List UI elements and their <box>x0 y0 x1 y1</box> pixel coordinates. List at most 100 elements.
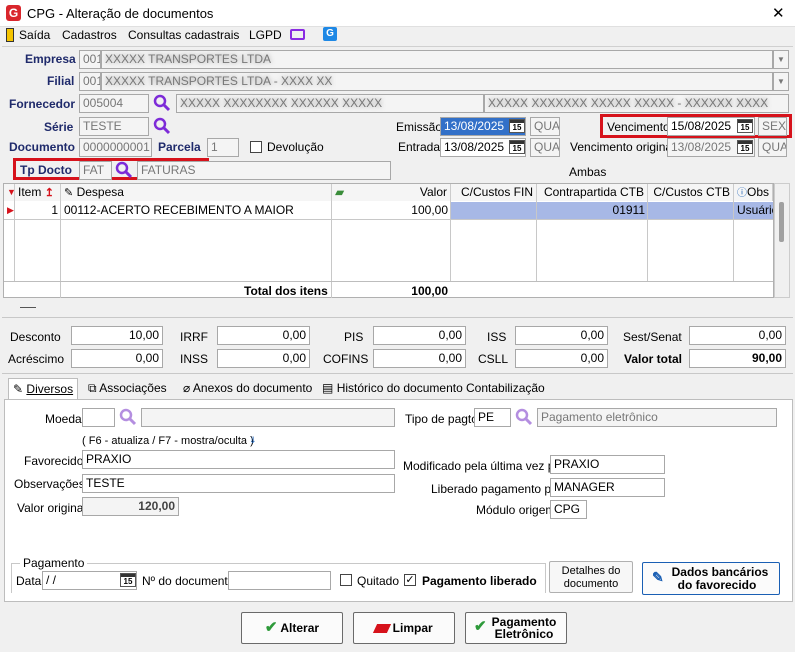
row-valor[interactable]: 100,00 <box>332 202 451 219</box>
limpar-button[interactable]: Limpar <box>353 612 455 644</box>
entrada-label: Entrada <box>398 140 441 154</box>
ndoc-field[interactable] <box>228 571 331 590</box>
documento-field[interactable]: 0000000001 <box>79 138 152 157</box>
tpdocto-code-field[interactable]: FAT <box>79 161 112 180</box>
menu-cadastros[interactable]: Cadastros <box>62 28 117 42</box>
row-despesa[interactable]: 00112-ACERTO RECEBIMENTO A MAIOR <box>61 202 332 219</box>
detalhes-label-2: documento <box>563 578 619 590</box>
tipo-pagto-name-field[interactable]: Pagamento eletrônico <box>537 408 777 427</box>
menu-consultas[interactable]: Consultas cadastrais <box>128 28 239 42</box>
pis-field[interactable]: 0,00 <box>373 326 466 345</box>
iss-field[interactable]: 0,00 <box>515 326 608 345</box>
valor-original-field[interactable]: 120,00 <box>82 497 179 516</box>
moeda-field[interactable] <box>82 408 115 427</box>
serie-search-icon[interactable] <box>153 117 171 135</box>
ambas-label: Ambas <box>569 165 607 179</box>
moeda-name-field[interactable] <box>141 408 395 427</box>
inss-field[interactable]: 0,00 <box>217 349 310 368</box>
tipo-pagto-search-icon[interactable] <box>515 408 533 426</box>
favorecido-label: Favorecido <box>24 454 84 468</box>
grid-scroll-thumb[interactable] <box>779 202 784 242</box>
observacoes-label: Observações <box>14 477 85 491</box>
pagamento-liberado-checkbox[interactable]: ✓ <box>404 574 416 586</box>
col-despesa-label: Despesa <box>76 185 124 199</box>
documento-label: Documento <box>9 140 75 154</box>
col-ccctb[interactable]: C/Custos CTB <box>648 184 734 201</box>
cofins-field[interactable]: 0,00 <box>373 349 466 368</box>
empresa-name-field[interactable]: XXXXX TRANSPORTES LTDA <box>101 50 773 69</box>
menu-lgpd[interactable]: LGPD <box>249 28 282 42</box>
sest-field[interactable]: 0,00 <box>689 326 786 345</box>
liberado-field[interactable]: MANAGER <box>550 478 665 497</box>
fornecedor-name-field[interactable]: XXXXX XXXXXXXX XXXXXX XXXXX <box>176 94 484 113</box>
tab-anexos[interactable]: ⌀ Anexos do documento <box>179 378 316 399</box>
acrescimo-field[interactable]: 0,00 <box>71 349 163 368</box>
sort-icon: ↥ <box>44 187 54 199</box>
serie-field[interactable]: TESTE <box>79 117 149 136</box>
menu-saida[interactable]: Saída <box>19 28 50 42</box>
tpdocto-label: Tp Docto <box>20 163 72 177</box>
col-obs[interactable]: ⓘObs <box>734 184 773 201</box>
detalhes-documento-button[interactable]: Detalhes do documento <box>549 561 633 593</box>
tpdocto-search-icon[interactable] <box>115 161 133 179</box>
modificado-field[interactable]: PRAXIO <box>550 455 665 474</box>
tab-contabilizacao[interactable]: Contabilização <box>462 378 549 399</box>
grid-scrollbar[interactable] <box>774 183 790 298</box>
fornecedor-doc-field[interactable]: XXXXX XXXXXXX XXXXX XXXXX - XXXXXX XXXX <box>484 94 789 113</box>
valor-total-field[interactable]: 90,00 <box>689 349 786 368</box>
tab-diversos[interactable]: ✎ Diversos <box>8 378 79 400</box>
irrf-field[interactable]: 0,00 <box>217 326 310 345</box>
total-items-value: 100,00 <box>411 284 448 298</box>
row-contrapartida[interactable]: 01911 <box>537 202 648 219</box>
exit-icon[interactable] <box>6 28 14 42</box>
filial-name-field[interactable]: XXXXX TRANSPORTES LTDA - XXXX XX <box>101 72 773 91</box>
col-despesa[interactable]: ✎ Despesa <box>61 184 332 201</box>
app-g-icon[interactable]: G <box>323 27 337 41</box>
filial-dropdown[interactable]: ▼ <box>773 72 789 91</box>
close-icon[interactable]: ✕ <box>772 4 785 22</box>
monitor-icon[interactable] <box>290 29 305 40</box>
row-ccctb[interactable] <box>648 202 734 219</box>
parcela-field[interactable]: 1 <box>207 138 239 157</box>
tab-associacoes[interactable]: ⧉ Associações <box>84 378 171 399</box>
check-icon-2: ✔ <box>474 618 487 635</box>
col-contrapartida[interactable]: Contrapartida CTB <box>537 184 648 201</box>
pagamento-eletronico-button[interactable]: ✔ Pagamento Eletrônico <box>465 612 567 644</box>
csll-field[interactable]: 0,00 <box>515 349 608 368</box>
vencimento-dow: SEX <box>758 117 787 136</box>
observacoes-field[interactable]: TESTE <box>82 474 395 493</box>
emissao-calendar-icon[interactable]: 15 <box>509 119 525 133</box>
dados-bancarios-button[interactable]: ✎ Dados bancários do favorecido <box>642 562 780 595</box>
pagamento-liberado-label: Pagamento liberado <box>422 574 537 588</box>
empresa-dropdown[interactable]: ▼ <box>773 50 789 69</box>
col-ccfin[interactable]: C/Custos FIN <box>451 184 537 201</box>
app-logo-icon: G <box>6 5 21 21</box>
modulo-field[interactable]: CPG <box>550 500 587 519</box>
col-item[interactable]: Item ↥ <box>15 184 61 201</box>
moeda-search-icon[interactable] <box>119 408 137 426</box>
window-title: CPG - Alteração de documentos <box>27 6 214 21</box>
paperclip-icon: ⌀ <box>183 381 191 395</box>
pagamento-calendar-icon[interactable]: 15 <box>120 573 136 587</box>
row-item[interactable]: 1 <box>15 202 61 219</box>
empresa-code-field[interactable]: 001 <box>79 50 101 69</box>
fornecedor-search-icon[interactable] <box>153 94 171 112</box>
alterar-button[interactable]: ✔ Alterar <box>241 612 343 644</box>
filial-code-field[interactable]: 001 <box>79 72 101 91</box>
tab-historico[interactable]: ▤ Histórico do documento <box>318 378 467 399</box>
tipo-pagto-code-field[interactable]: PE <box>474 408 511 427</box>
fornecedor-code-field[interactable]: 005004 <box>79 94 149 113</box>
devolucao-checkbox[interactable] <box>250 141 262 153</box>
tpdocto-name-field[interactable]: FATURAS <box>137 161 391 180</box>
desconto-field[interactable]: 10,00 <box>71 326 163 345</box>
row-obs[interactable]: Usuário <box>734 202 773 219</box>
entrada-calendar-icon[interactable]: 15 <box>509 140 525 154</box>
row-ccfin[interactable] <box>451 202 537 219</box>
pagamento-group-label: Pagamento <box>20 556 88 570</box>
col-valor[interactable]: ▰ Valor <box>332 184 451 201</box>
favorecido-field[interactable]: PRAXIO <box>82 450 395 469</box>
quitado-checkbox[interactable] <box>340 574 352 586</box>
vencimento-calendar-icon[interactable]: 15 <box>737 119 753 133</box>
title-bar: G CPG - Alteração de documentos ✕ <box>0 0 795 27</box>
venc-original-calendar-icon[interactable]: 15 <box>737 140 753 154</box>
